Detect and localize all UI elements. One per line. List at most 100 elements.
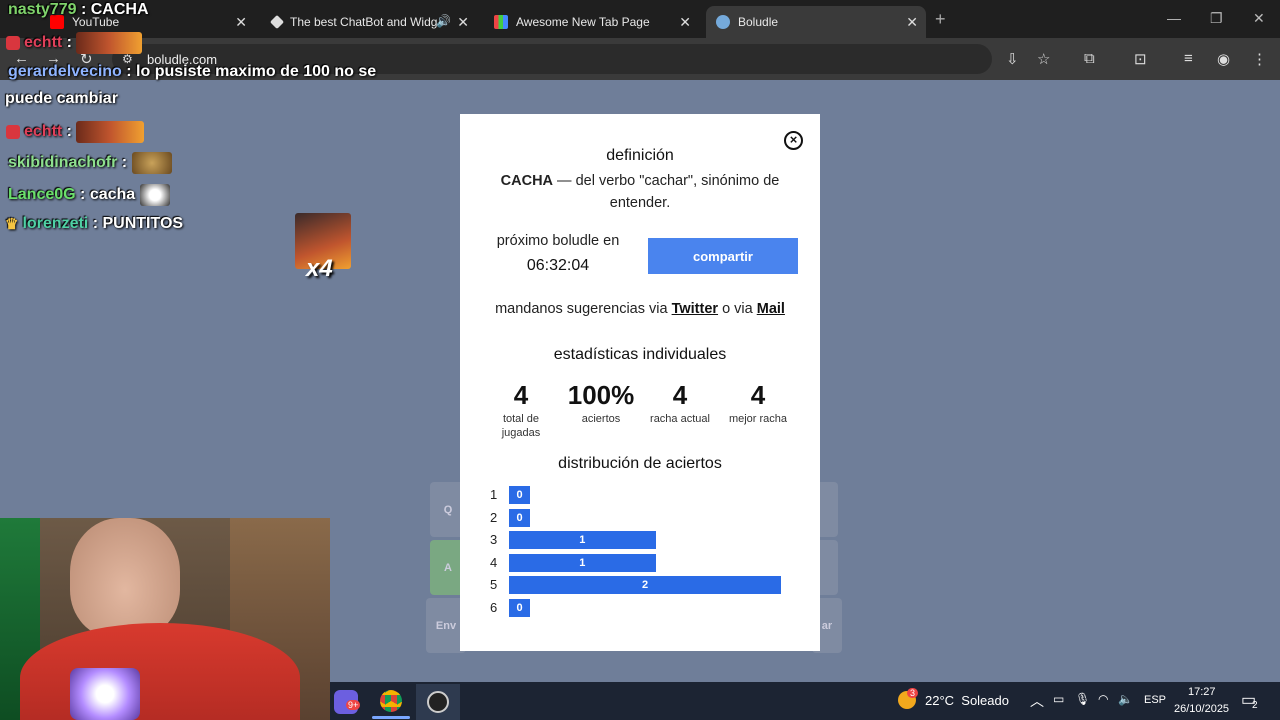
chat-username: Lance0G [8, 186, 76, 204]
window-close-icon[interactable]: ✕ [1253, 10, 1265, 27]
taskbar [330, 682, 1280, 720]
stat-win-percentage: 100% aciertos [561, 380, 641, 426]
stat-best-streak: 4 mejor racha [718, 380, 798, 426]
chat-username: echtt [24, 123, 63, 141]
chat-message: echtt : [6, 121, 145, 143]
bookmark-star-icon[interactable]: ☆ [1037, 50, 1050, 68]
distribution-guess-number: 5 [490, 577, 498, 592]
chat-text: PUNTITOS [102, 215, 184, 233]
camera-icon[interactable]: ▭ [1053, 692, 1064, 706]
stat-value: 4 [672, 380, 688, 410]
chevron-up-icon[interactable]: ︿ [1030, 691, 1044, 711]
distribution-guess-number: 2 [490, 509, 498, 525]
profile-avatar-icon[interactable]: ◉ [1217, 50, 1230, 68]
chat-separator: : [76, 1, 91, 18]
distribution-bar: 2 [509, 576, 781, 594]
definition-text: CACHA — del verbo "cachar", sinónimo de … [460, 170, 820, 214]
new-tab-icon[interactable]: + [935, 9, 946, 30]
chat-message: nasty779 : CACHA [8, 1, 149, 19]
media-control-icon[interactable]: ≡ [1184, 50, 1193, 67]
suggest-prefix: mandanos sugerencias via [495, 301, 672, 317]
distribution-bar: 0 [509, 508, 530, 527]
chat-text: lo pusiste maximo de 100 no se [136, 63, 377, 80]
notification-badge: 9+ [346, 700, 361, 710]
distribution-bar: 0 [509, 598, 530, 617]
volume-icon[interactable]: 🔈 [1118, 692, 1133, 706]
close-tab-icon[interactable]: ✕ [235, 14, 247, 31]
distribution-guess-number: 4 [490, 554, 498, 570]
tab-new-tab-page[interactable]: Awesome New Tab Page ✕ [484, 6, 699, 38]
chat-text: puede cambiar [5, 90, 118, 107]
stat-label: mejor racha [728, 413, 788, 425]
chat-username: nasty779 [8, 1, 77, 18]
stat-value: 100% [567, 380, 635, 410]
tab-title: Boludle [738, 15, 779, 29]
emote-image [76, 32, 143, 54]
diamond-icon [269, 14, 285, 30]
twitter-link[interactable]: Twitter [672, 301, 718, 317]
wifi-icon[interactable]: ◠ [1098, 692, 1108, 706]
stat-value: 4 [513, 380, 529, 410]
chat-message: ♛ lorenzeti : PUNTITOS [5, 215, 183, 233]
distribution-guess-number: 6 [490, 599, 498, 615]
share-button[interactable]: compartir [648, 238, 798, 274]
language-indicator[interactable]: ESP [1144, 694, 1166, 706]
chat-message: gerardelvecino : lo pusiste maximo de 10… [8, 63, 376, 81]
emote-image [76, 121, 145, 143]
badge-icon [6, 125, 20, 139]
distribution-bar: 1 [509, 553, 656, 572]
chat-separator: : [121, 63, 137, 80]
emote-image [131, 152, 172, 174]
active-indicator [372, 716, 410, 719]
screenshot-icon[interactable]: ⊡ [1134, 50, 1147, 68]
distribution-bar: 1 [509, 531, 656, 549]
tab-title: Awesome New Tab Page [516, 15, 650, 29]
extensions-icon[interactable]: ⧉ [1084, 50, 1095, 67]
definition-title: definición [606, 147, 674, 164]
mic-icon[interactable]: 🎙 [1075, 692, 1090, 706]
clock-time[interactable]: 17:27 [1188, 686, 1216, 698]
minimize-icon[interactable]: — [1167, 10, 1181, 26]
chat-message-continued: puede cambiar [5, 90, 118, 108]
emote-image [139, 184, 170, 206]
menu-dots-icon[interactable]: ⋮ [1252, 50, 1267, 68]
close-tab-icon[interactable]: ✕ [457, 14, 469, 31]
chat-username: gerardelvecino [8, 63, 122, 80]
stat-label: aciertos [581, 413, 621, 425]
distribution-guess-number: 1 [490, 487, 498, 502]
close-tab-icon[interactable]: ✕ [906, 14, 918, 31]
chat-separator: : [88, 215, 103, 233]
mail-link[interactable]: Mail [757, 301, 785, 317]
weather-badge: 3 [907, 688, 919, 698]
grid-icon [494, 15, 508, 29]
tab-chatbot[interactable]: The best ChatBot and Widg 🔊 ✕ [262, 6, 477, 38]
chrome-icon[interactable] [380, 690, 402, 712]
chat-username: skibidinachofr [8, 154, 118, 172]
chat-text: CACHA [90, 1, 149, 18]
distribution-guess-number: 3 [490, 532, 498, 547]
chat-username: lorenzeti [22, 215, 89, 233]
distribution-bar: 0 [509, 486, 530, 504]
close-tab-icon[interactable]: ✕ [679, 14, 691, 31]
crown-icon: ♛ [5, 216, 19, 233]
install-icon[interactable]: ⇩ [1006, 50, 1019, 68]
clock-date[interactable]: 26/10/2025 [1174, 703, 1229, 715]
stat-current-streak: 4 racha actual [640, 380, 720, 426]
tab-boludle[interactable]: Boludle ✕ [706, 6, 926, 38]
chat-text: cacha [89, 186, 136, 204]
speaker-icon[interactable]: 🔊 [436, 14, 451, 28]
argentina-flag-icon [716, 15, 730, 29]
tab-title: The best ChatBot and Widg [290, 15, 438, 29]
next-boludle-label: próximo boludle en [496, 233, 620, 249]
stat-label: racha actual [650, 413, 710, 425]
distribution-title: distribución de aciertos [558, 455, 722, 472]
chat-separator: : [75, 186, 90, 204]
chat-username: echtt [24, 34, 63, 52]
rgb-lamp [70, 668, 140, 720]
weather-text[interactable]: 22°C Soleado [925, 693, 1009, 708]
obs-icon[interactable] [427, 691, 449, 713]
definition-body: — del verbo "cachar", sinónimo de entend… [553, 173, 780, 211]
streamer-face [70, 518, 180, 638]
maximize-icon[interactable]: ❐ [1210, 10, 1223, 27]
chat-separator: : [117, 154, 132, 172]
